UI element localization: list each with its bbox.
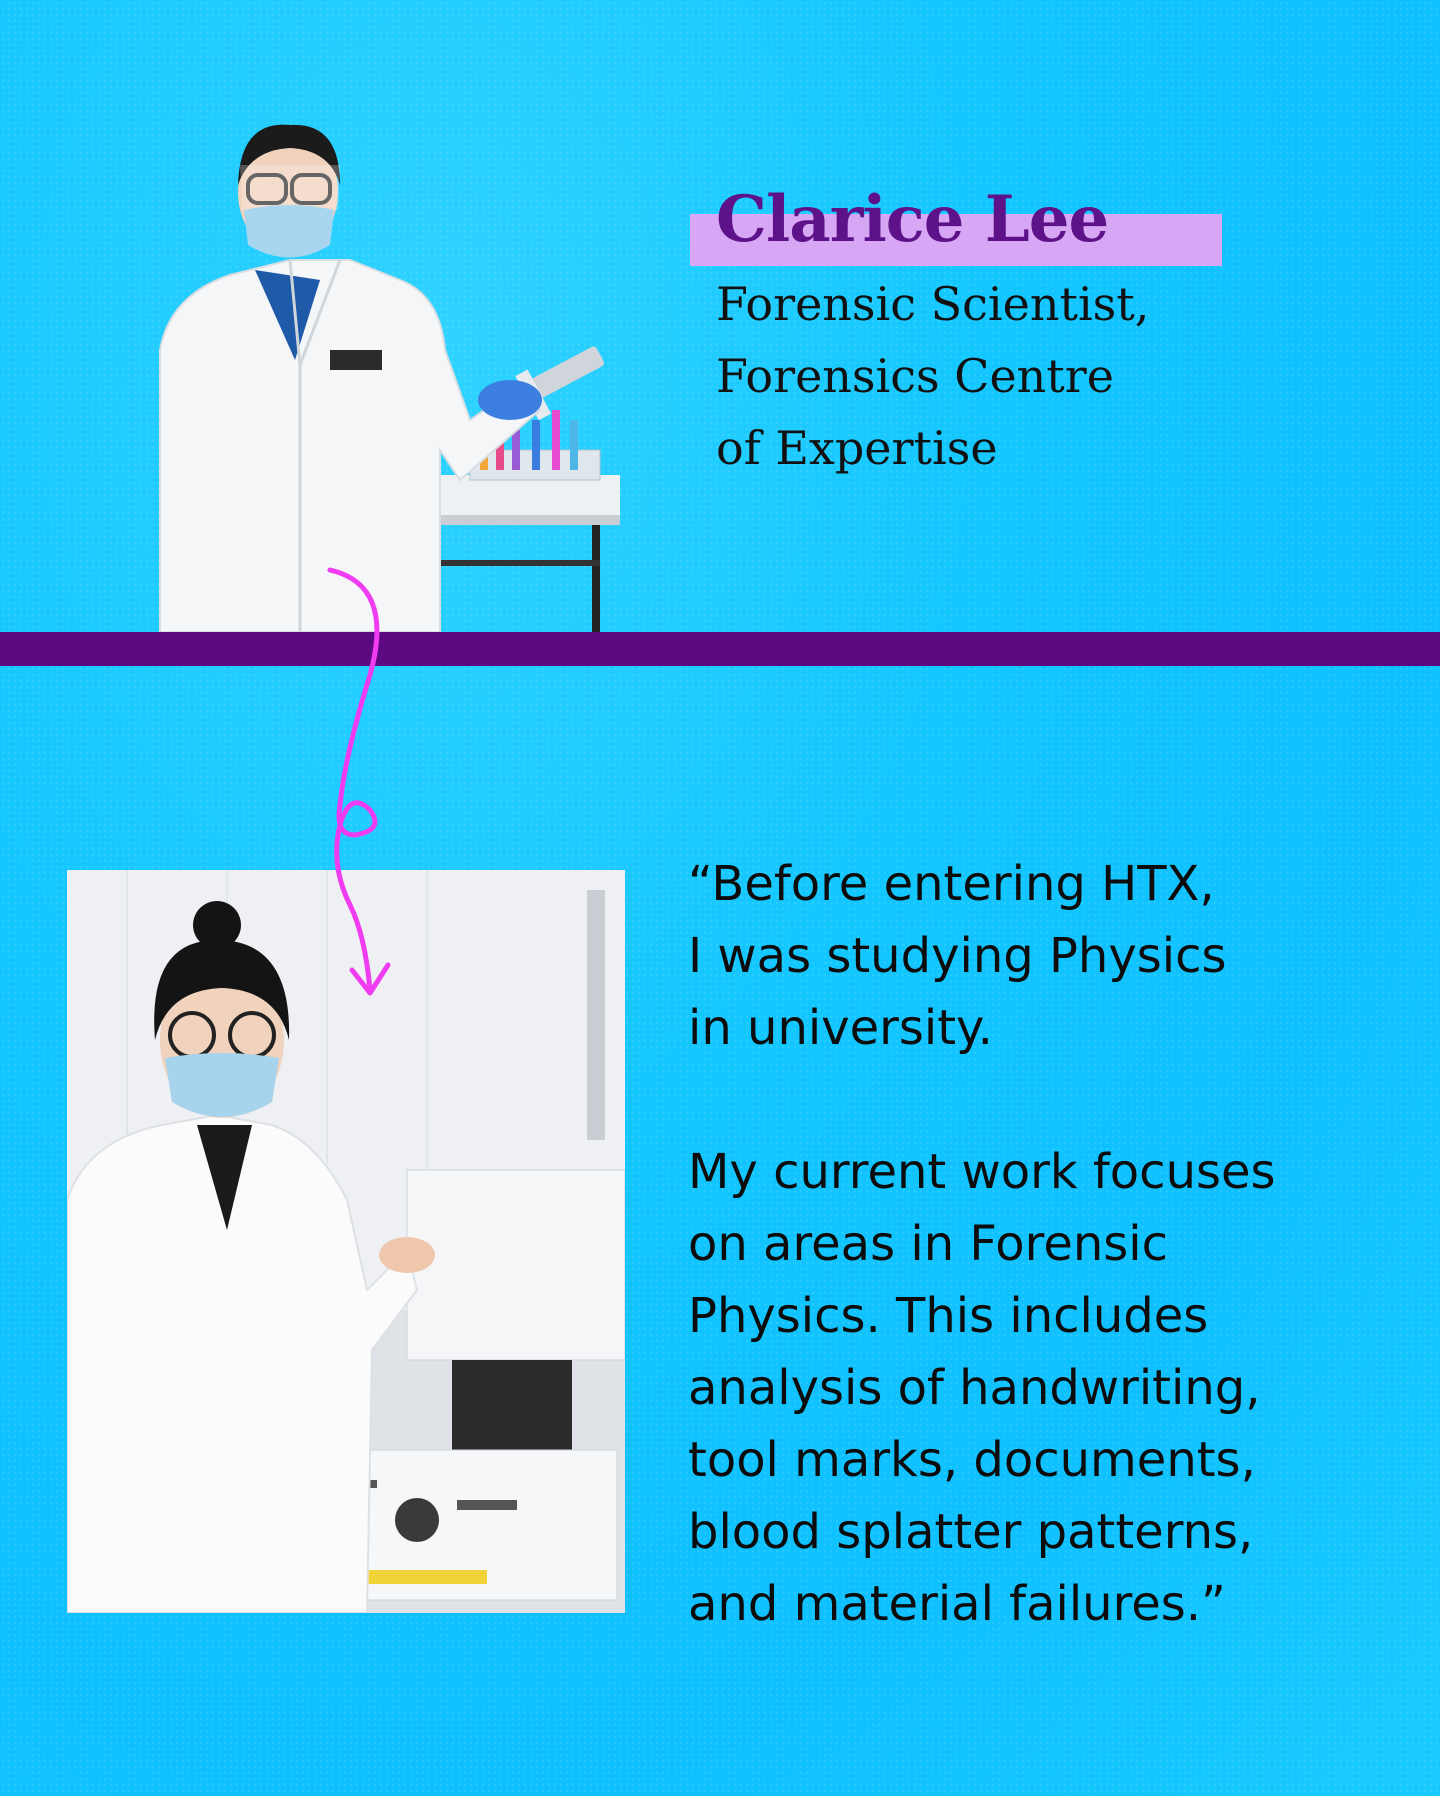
job-title: Forensic Scientist, Forensics Centre of … <box>716 268 1356 484</box>
quote-line: and material failures.” <box>688 1576 1226 1632</box>
quote-paragraph: “Before entering HTX, I was studying Phy… <box>688 848 1408 1064</box>
quote-line: analysis of handwriting, <box>688 1360 1261 1416</box>
quote-line: Physics. This includes <box>688 1288 1209 1344</box>
quote-block: “Before entering HTX, I was studying Phy… <box>688 848 1408 1640</box>
divider-bar <box>0 632 1440 666</box>
quote-line: on areas in Forensic <box>688 1216 1168 1272</box>
quote-line: blood splatter patterns, <box>688 1504 1254 1560</box>
squiggle-arrow-icon <box>327 567 391 996</box>
job-title-line: Forensics Centre <box>716 349 1114 403</box>
person-name: Clarice Lee <box>716 182 1109 257</box>
quote-line: tool marks, documents, <box>688 1432 1256 1488</box>
quote-line: in university. <box>688 1000 993 1056</box>
job-title-line: Forensic Scientist, <box>716 277 1150 331</box>
quote-line: My current work focuses <box>688 1144 1276 1200</box>
name-block: Clarice Lee <box>690 180 1222 266</box>
quote-line: “Before entering HTX, <box>688 856 1215 912</box>
job-title-line: of Expertise <box>716 421 998 475</box>
quote-line: I was studying Physics <box>688 928 1227 984</box>
quote-paragraph: My current work focuses on areas in Fore… <box>688 1136 1408 1640</box>
scientist-pipette-photo <box>159 124 620 632</box>
